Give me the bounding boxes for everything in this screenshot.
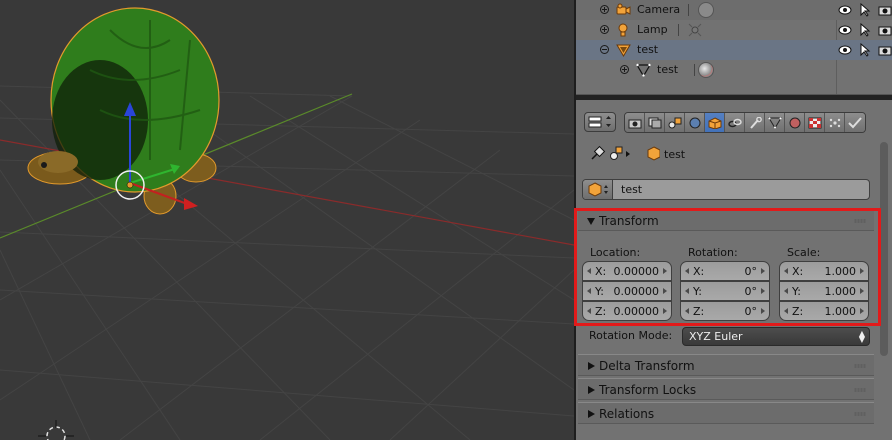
outliner[interactable]: Camera Lamp test test bbox=[576, 0, 892, 94]
delta-transform-panel-header[interactable]: Delta Transform bbox=[578, 354, 874, 376]
breadcrumb-object-name: test bbox=[664, 148, 686, 161]
outliner-row-lamp[interactable]: Lamp bbox=[576, 20, 892, 40]
editor-type-button[interactable] bbox=[584, 112, 616, 132]
eye-icon[interactable] bbox=[838, 3, 852, 17]
separator bbox=[694, 64, 695, 76]
outliner-label: Camera bbox=[637, 3, 681, 16]
rotation-mode-label: Rotation Mode: bbox=[589, 329, 673, 342]
object-cube-icon bbox=[708, 116, 721, 129]
wrench-icon bbox=[749, 116, 762, 129]
rotation-mode-dropdown[interactable]: XYZ Euler ▲ ▼ bbox=[682, 327, 870, 346]
outliner-label: test bbox=[637, 43, 659, 56]
outliner-row-camera[interactable]: Camera bbox=[576, 0, 892, 20]
tab-mesh-data[interactable] bbox=[765, 113, 785, 132]
scene-breadcrumb-icon bbox=[610, 146, 623, 160]
outliner-row-test-object[interactable]: test bbox=[576, 40, 892, 60]
collapse-toggle[interactable] bbox=[600, 45, 609, 54]
world-icon bbox=[689, 117, 700, 128]
expand-toggle[interactable] bbox=[600, 5, 609, 14]
properties-scrollbar[interactable] bbox=[880, 142, 888, 356]
texture-checker-icon bbox=[808, 117, 821, 128]
properties-editor-icon bbox=[588, 116, 611, 128]
mesh-data-icon bbox=[636, 63, 651, 77]
separator bbox=[678, 24, 679, 36]
3d-viewport[interactable] bbox=[0, 0, 574, 440]
cursor-select-icon[interactable] bbox=[858, 23, 872, 37]
panel-title: Delta Transform bbox=[599, 359, 695, 373]
material-tab-icon bbox=[789, 117, 800, 128]
tab-material[interactable] bbox=[785, 113, 805, 132]
tab-render[interactable] bbox=[625, 113, 645, 132]
tab-object[interactable] bbox=[705, 113, 725, 132]
tab-world[interactable] bbox=[685, 113, 705, 132]
panel-title: Relations bbox=[599, 407, 655, 421]
scene-icon bbox=[668, 117, 681, 128]
breadcrumb-arrow-icon bbox=[626, 151, 630, 157]
constraint-chain-icon bbox=[727, 118, 742, 127]
outliner-row-test-mesh[interactable]: test bbox=[576, 60, 892, 80]
outliner-label: Lamp bbox=[637, 23, 668, 36]
tab-particles[interactable] bbox=[825, 113, 845, 132]
transform-locks-panel-header[interactable]: Transform Locks bbox=[578, 378, 874, 400]
render-icon bbox=[628, 119, 641, 128]
updown-arrows-icon: ▲ ▼ bbox=[858, 329, 865, 344]
material-icon[interactable] bbox=[698, 62, 714, 78]
cursor-select-icon[interactable] bbox=[858, 43, 872, 57]
expand-toggle[interactable] bbox=[620, 65, 629, 74]
lamp-icon bbox=[618, 23, 628, 37]
render-camera-icon[interactable] bbox=[878, 3, 892, 17]
expand-toggle[interactable] bbox=[600, 25, 609, 34]
relations-panel-header[interactable]: Relations bbox=[578, 402, 874, 424]
tab-constraints[interactable] bbox=[725, 113, 745, 132]
eye-icon[interactable] bbox=[838, 23, 852, 37]
eye-icon[interactable] bbox=[838, 43, 852, 57]
separator bbox=[688, 4, 689, 16]
cursor-select-icon[interactable] bbox=[858, 3, 872, 17]
panel-drag-grip-icon[interactable] bbox=[854, 364, 866, 368]
panel-collapsed-arrow-icon bbox=[588, 386, 595, 394]
physics-icon bbox=[848, 116, 862, 128]
object-cube-icon bbox=[647, 146, 660, 161]
panel-drag-grip-icon[interactable] bbox=[854, 412, 866, 416]
mesh-data-tab-icon bbox=[767, 117, 782, 129]
particles-icon bbox=[829, 118, 840, 127]
panel-collapsed-arrow-icon bbox=[588, 410, 595, 418]
object-name-field[interactable]: test bbox=[582, 179, 870, 200]
panel-drag-grip-icon[interactable] bbox=[854, 388, 866, 392]
tab-scene[interactable] bbox=[665, 113, 685, 132]
rotation-mode-value: XYZ Euler bbox=[689, 330, 743, 343]
object-name-value: test bbox=[621, 183, 643, 196]
mesh-object-icon bbox=[616, 44, 631, 57]
render-layers-icon bbox=[648, 117, 661, 128]
breadcrumb bbox=[591, 145, 660, 161]
camera-data-icon[interactable] bbox=[698, 2, 714, 18]
properties-header bbox=[576, 108, 892, 136]
3d-cursor[interactable] bbox=[38, 420, 74, 440]
editor-separator[interactable] bbox=[576, 94, 892, 100]
panel-collapsed-arrow-icon bbox=[588, 362, 595, 370]
lamp-data-icon[interactable] bbox=[688, 23, 703, 37]
viewport-scene[interactable] bbox=[0, 0, 574, 440]
panel-title: Transform Locks bbox=[599, 383, 697, 397]
object-cube-icon bbox=[588, 182, 608, 197]
tab-modifiers[interactable] bbox=[745, 113, 765, 132]
render-camera-icon[interactable] bbox=[878, 23, 892, 37]
tab-physics[interactable] bbox=[845, 113, 865, 132]
context-tabs bbox=[624, 112, 866, 133]
render-camera-icon[interactable] bbox=[878, 43, 892, 57]
camera-icon bbox=[616, 3, 631, 15]
tab-texture[interactable] bbox=[805, 113, 825, 132]
pin-icon[interactable] bbox=[591, 145, 606, 160]
outliner-label: test bbox=[657, 63, 679, 76]
object-browse-button[interactable] bbox=[583, 180, 613, 199]
transform-highlight-box bbox=[574, 208, 881, 326]
tab-render-layers[interactable] bbox=[645, 113, 665, 132]
turtle-model[interactable] bbox=[27, 7, 220, 215]
